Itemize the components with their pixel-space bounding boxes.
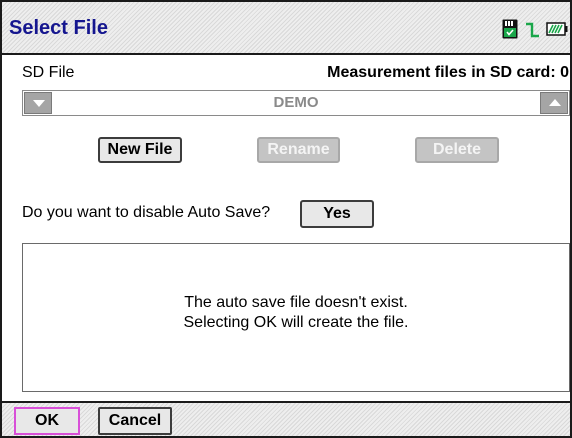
ok-button[interactable]: OK [14, 407, 80, 435]
title-bar: Select File [2, 0, 570, 55]
file-selector[interactable]: DEMO [22, 90, 570, 116]
message-line-2: Selecting OK will create the file. [183, 314, 409, 331]
delete-button[interactable]: Delete [415, 137, 499, 163]
battery-icon [546, 22, 568, 36]
footer-bar: OK Cancel [2, 401, 570, 438]
arrow-up-icon [549, 99, 561, 106]
autosave-yes-button[interactable]: Yes [300, 200, 374, 228]
sd-card-icon [502, 19, 518, 39]
page-title: Select File [9, 17, 108, 39]
message-box: The auto save file doesn't exist. Select… [22, 243, 570, 392]
new-file-button[interactable]: New File [98, 137, 182, 163]
rename-button[interactable]: Rename [257, 137, 340, 163]
selected-file-value: DEMO [273, 94, 319, 111]
arrow-down-icon [33, 100, 45, 107]
autosave-question: Do you want to disable Auto Save? [22, 204, 271, 221]
file-count-label: Measurement files in SD card: 0 [327, 64, 569, 81]
cancel-button[interactable]: Cancel [98, 407, 172, 435]
signal-icon [526, 22, 539, 38]
sd-file-label: SD File [22, 64, 75, 81]
select-file-window: Select File SD File Measurement files in… [0, 0, 572, 438]
message-line-1: The auto save file doesn't exist. [184, 294, 408, 311]
previous-file-button[interactable] [24, 92, 52, 114]
next-file-button[interactable] [540, 92, 568, 114]
